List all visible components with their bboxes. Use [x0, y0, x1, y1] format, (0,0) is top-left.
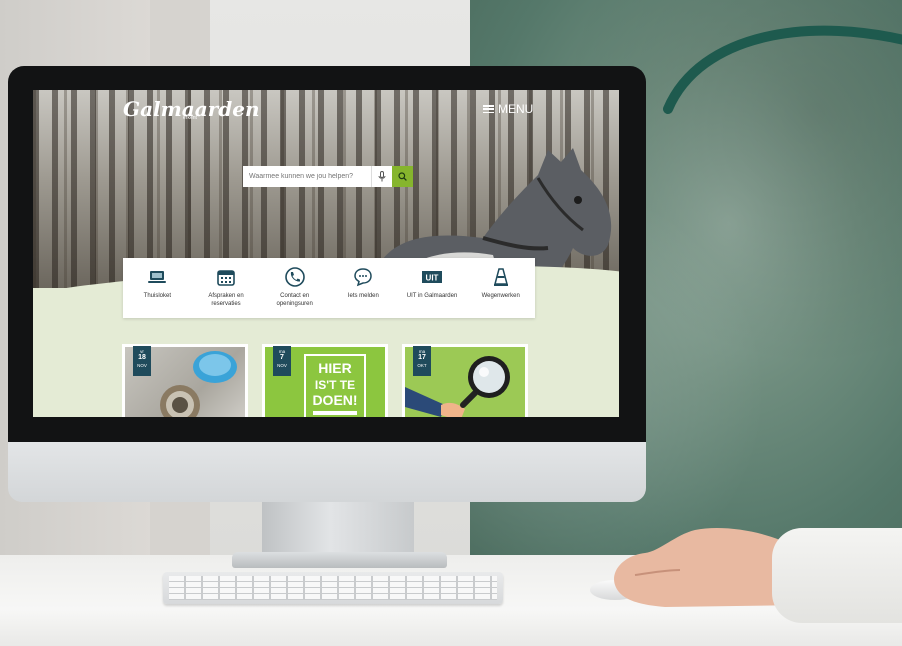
date-day-name: vr — [140, 349, 144, 354]
date-month: NOV — [137, 362, 147, 368]
phone-icon — [284, 267, 306, 287]
quick-link-wegenwerken[interactable]: Wegenwerken — [466, 258, 535, 318]
date-month: OKT — [417, 362, 427, 368]
date-day-name: ma — [278, 349, 286, 354]
microphone-icon — [378, 171, 386, 182]
menu-button[interactable]: MENU — [483, 102, 533, 116]
search-icon — [398, 172, 407, 181]
quick-link-iets-melden[interactable]: Iets melden — [329, 258, 398, 318]
uit-icon: UIT — [421, 267, 443, 287]
date-day: 7 — [280, 354, 284, 362]
site-logo-sub: erkent — [183, 115, 197, 121]
quick-link-label: Contact en openingsuren — [276, 293, 313, 308]
poster-line-2: IS'T TE — [315, 378, 355, 392]
monitor-screen: Galmaarden erkent MENU Waarmee kunnen we… — [33, 90, 619, 417]
quick-link-thuisloket[interactable]: Thuisloket — [123, 258, 192, 318]
monitor-stand — [262, 497, 414, 559]
search-input[interactable] — [243, 166, 371, 187]
svg-text:UIT: UIT — [426, 274, 439, 283]
search-button[interactable] — [392, 166, 413, 187]
quick-links-bar: Thuisloket Afspraken en reservaties Cont… — [123, 258, 535, 318]
quick-link-contact[interactable]: Contact en openingsuren — [260, 258, 329, 318]
date-day: 17 — [418, 354, 426, 362]
quick-link-label: Thuisloket — [143, 293, 172, 299]
search-bar — [243, 166, 413, 187]
quick-link-label: Afspraken en reservaties — [208, 293, 244, 308]
calendar-icon — [215, 267, 237, 287]
date-badge: vr 18 NOV — [133, 346, 151, 376]
hamburger-icon — [483, 105, 494, 113]
monitor-stand-foot — [232, 552, 447, 568]
monitor-chin — [8, 438, 646, 502]
poster-line-3: DOEN! — [312, 392, 357, 408]
quick-link-uit[interactable]: UIT UIT in Galmaarden — [398, 258, 467, 318]
quick-link-label: Iets melden — [347, 293, 379, 299]
keyboard-keys — [169, 576, 497, 600]
quick-link-label: Wegenwerken — [481, 293, 520, 299]
quick-link-label: UIT in Galmaarden — [406, 293, 458, 299]
keyboard — [163, 572, 503, 604]
date-day: 18 — [138, 354, 146, 362]
speech-bubble-icon — [352, 267, 374, 287]
menu-label: MENU — [498, 102, 534, 116]
traffic-cone-icon — [490, 267, 512, 287]
shirt-sleeve — [772, 528, 902, 623]
date-day-name: ma — [418, 349, 426, 354]
quick-link-afspraken[interactable]: Afspraken en reservaties — [192, 258, 261, 318]
poster-line-1: HIER — [318, 360, 351, 376]
date-badge: ma 17 OKT — [413, 346, 431, 376]
decorative-arc — [663, 25, 902, 114]
microphone-button[interactable] — [371, 166, 392, 187]
date-month: NOV — [277, 362, 287, 368]
laptop-icon — [146, 267, 168, 287]
date-badge: ma 7 NOV — [273, 346, 291, 376]
